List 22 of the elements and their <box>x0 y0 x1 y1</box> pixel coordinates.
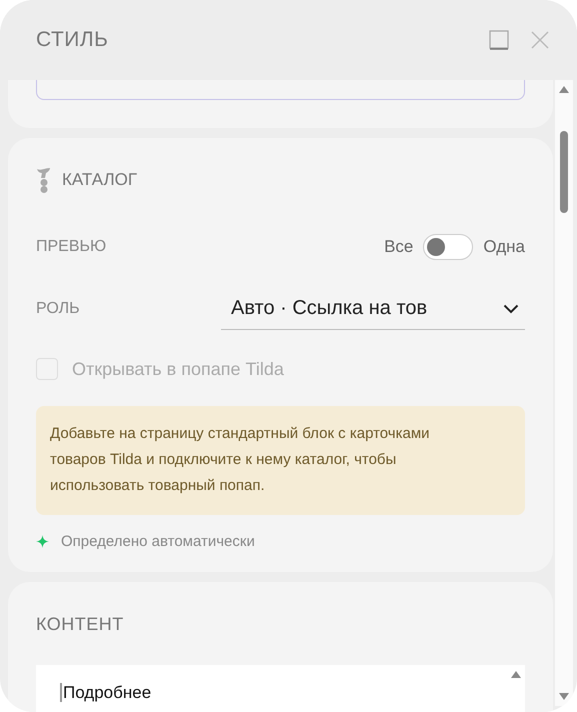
preview-toggle[interactable] <box>423 234 474 260</box>
toggle-option: Одна <box>483 237 525 257</box>
scroll-up-icon[interactable] <box>511 671 521 678</box>
role-label: РОЛЬ <box>36 300 80 318</box>
scrollbar[interactable] <box>555 80 573 706</box>
toggle-option: Все <box>384 237 414 257</box>
scroll-down-icon[interactable] <box>559 693 569 700</box>
content-text-area[interactable]: Подробнее <box>36 665 525 712</box>
checkbox-label: Открывать в попапе Tilda <box>72 358 284 380</box>
notice-message: Добавьте на страницу стандартный блок с карточками товаров Tilda и подключите к нему каталог, чтобы использовать товарный попап. <box>36 406 525 515</box>
catalog-icon <box>36 167 52 193</box>
chevron-icon <box>503 304 519 314</box>
auto-detected-note: Определено автоматически <box>61 533 255 550</box>
section-title: КОНТЕНТ <box>36 614 125 635</box>
window-title: СТИЛЬ <box>36 28 110 52</box>
role-dropdown[interactable]: Авто · Ссылка на тов <box>221 288 525 330</box>
preview-label: ПРЕВЬЮ <box>36 238 106 256</box>
scrollbar-thumb[interactable] <box>560 131 568 213</box>
section-title: КАТАЛОГ <box>62 170 138 190</box>
sparkle-icon <box>36 535 49 548</box>
maximize-icon[interactable] <box>489 30 509 50</box>
scroll-up-icon[interactable] <box>559 86 569 93</box>
